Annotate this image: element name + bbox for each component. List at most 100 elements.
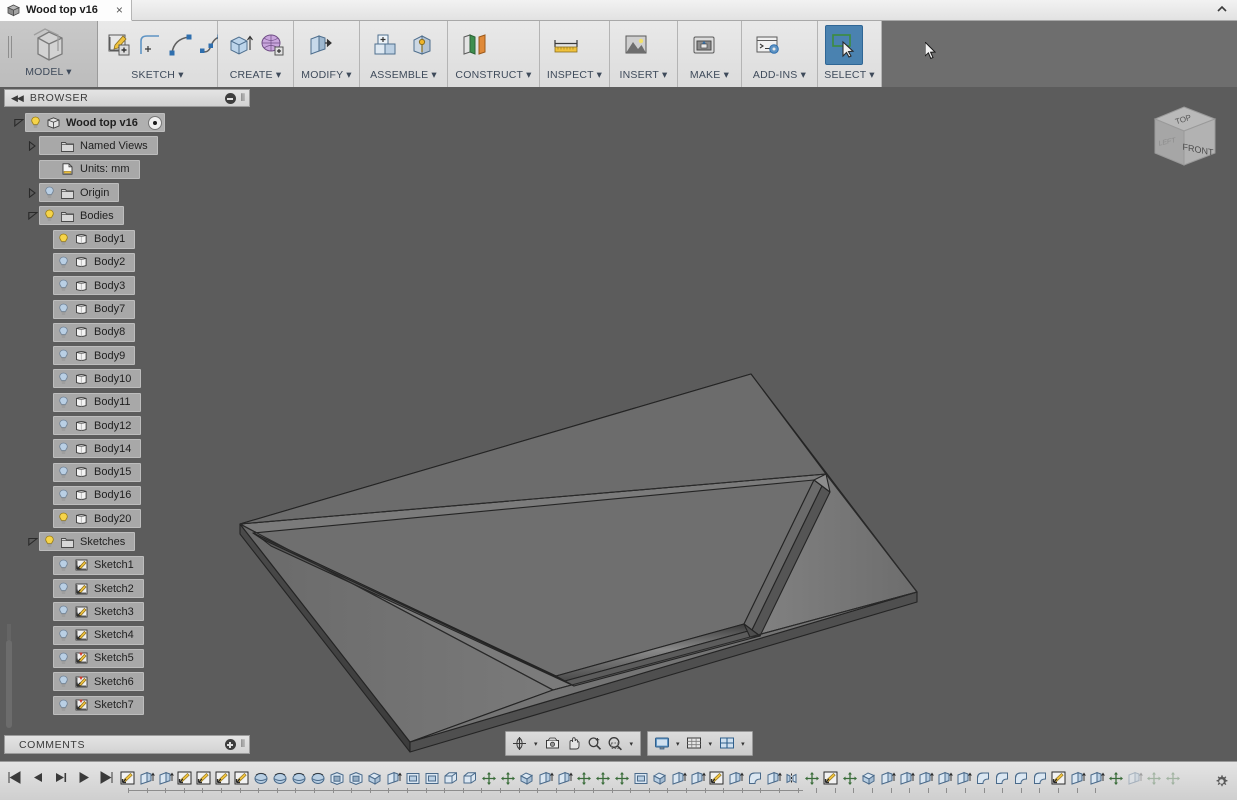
chevron-up-icon[interactable] xyxy=(1215,4,1229,16)
tree-row[interactable]: Body2 xyxy=(4,251,250,274)
tree-row[interactable]: Named Views xyxy=(4,134,250,157)
timeline-feature[interactable] xyxy=(137,768,156,788)
timeline-feature[interactable] xyxy=(1030,768,1049,788)
timeline-feature[interactable] xyxy=(232,768,251,788)
display-settings-icon[interactable] xyxy=(652,733,671,754)
timeline-feature-suppressed[interactable] xyxy=(1125,768,1144,788)
tree-chip[interactable]: Body2 xyxy=(53,252,136,272)
timeline-feature[interactable] xyxy=(327,768,346,788)
tree-row[interactable]: Sketch1 xyxy=(4,554,250,577)
visibility-bulb-icon[interactable] xyxy=(58,279,69,292)
timeline-feature[interactable] xyxy=(422,768,441,788)
tree-row[interactable]: Bodies xyxy=(4,204,250,227)
visibility-bulb-icon[interactable] xyxy=(58,349,69,362)
chevron-down-icon[interactable]: ▾ xyxy=(346,69,351,81)
timeline-feature[interactable] xyxy=(289,768,308,788)
visibility-bulb-icon[interactable] xyxy=(58,675,69,688)
browser-resize-grip[interactable]: ⦀ xyxy=(241,93,245,104)
orbit-dropdown-icon[interactable]: ▾ xyxy=(531,740,541,748)
tree-chip[interactable]: Body9 xyxy=(53,346,136,366)
timeline-feature[interactable] xyxy=(954,768,973,788)
timeline-feature[interactable] xyxy=(897,768,916,788)
orbit-icon[interactable] xyxy=(510,733,529,754)
tree-chip[interactable]: Body14 xyxy=(53,439,142,459)
visibility-bulb-icon[interactable] xyxy=(58,489,69,502)
expander-icon[interactable] xyxy=(26,209,39,222)
step-back-icon[interactable] xyxy=(31,771,44,784)
add-comment-icon[interactable] xyxy=(224,739,236,750)
expander-icon[interactable] xyxy=(26,139,39,152)
timeline-feature[interactable] xyxy=(935,768,954,788)
tree-row[interactable]: Sketches xyxy=(4,530,250,553)
minimize-icon[interactable] xyxy=(224,93,236,104)
arc-icon[interactable] xyxy=(167,25,195,65)
tree-row-root[interactable]: Wood top v16 xyxy=(4,111,250,134)
visibility-bulb-icon[interactable] xyxy=(58,396,69,409)
tree-row[interactable]: Units: mm xyxy=(4,158,250,181)
pan-icon[interactable] xyxy=(564,733,583,754)
visibility-bulb-icon[interactable] xyxy=(30,116,41,129)
tree-row[interactable]: Body11 xyxy=(4,391,250,414)
timeline-feature[interactable] xyxy=(1106,768,1125,788)
timeline-feature[interactable] xyxy=(156,768,175,788)
timeline-feature[interactable] xyxy=(688,768,707,788)
tree-row[interactable]: Sketch2 xyxy=(4,577,250,600)
tree-chip[interactable]: Wood top v16 xyxy=(25,113,165,133)
tree-row[interactable]: Body1 xyxy=(4,227,250,250)
tree-chip[interactable]: Sketch7 xyxy=(53,695,144,715)
visibility-bulb-icon[interactable] xyxy=(44,209,55,222)
tree-row[interactable]: Body16 xyxy=(4,484,250,507)
timeline-feature[interactable] xyxy=(308,768,327,788)
tree-chip[interactable]: Origin xyxy=(39,183,120,203)
visibility-bulb-icon[interactable] xyxy=(58,559,69,572)
document-tab[interactable]: Wood top v16 × xyxy=(0,0,132,21)
timeline-feature[interactable] xyxy=(631,768,650,788)
tree-row[interactable]: Sketch7 xyxy=(4,693,250,716)
timeline-feature[interactable] xyxy=(213,768,232,788)
timeline-feature[interactable] xyxy=(821,768,840,788)
timeline-feature[interactable] xyxy=(498,768,517,788)
timeline-feature[interactable] xyxy=(859,768,878,788)
tree-chip[interactable]: Body10 xyxy=(53,369,142,389)
zoom-icon[interactable] xyxy=(585,733,604,754)
timeline-feature[interactable] xyxy=(270,768,289,788)
timeline-feature[interactable] xyxy=(992,768,1011,788)
tree-chip[interactable]: Sketch3 xyxy=(53,602,144,622)
tree-row[interactable]: Body15 xyxy=(4,460,250,483)
grid-snaps-icon[interactable] xyxy=(685,733,704,754)
tree-chip[interactable]: Body12 xyxy=(53,416,142,435)
tree-row[interactable]: Body9 xyxy=(4,344,250,367)
tree-chip[interactable]: Sketch2 xyxy=(53,579,144,599)
chevron-down-icon[interactable]: ▾ xyxy=(869,69,874,81)
play-icon[interactable] xyxy=(77,771,90,784)
visibility-bulb-icon[interactable] xyxy=(58,326,69,339)
grid-dropdown-icon[interactable]: ▾ xyxy=(706,740,716,748)
joint-icon[interactable] xyxy=(405,25,440,65)
measure-icon[interactable] xyxy=(547,25,585,65)
look-at-icon[interactable] xyxy=(543,733,562,754)
press-pull-icon[interactable] xyxy=(301,25,339,65)
new-component-icon[interactable] xyxy=(367,25,402,65)
timeline-feature[interactable] xyxy=(878,768,897,788)
timeline-feature-suppressed[interactable] xyxy=(1163,768,1182,788)
tree-chip[interactable]: Body15 xyxy=(53,462,142,482)
expander-icon[interactable] xyxy=(12,116,25,129)
visibility-bulb-icon[interactable] xyxy=(58,233,69,246)
visibility-bulb-icon[interactable] xyxy=(58,629,69,642)
tree-row[interactable]: Body3 xyxy=(4,274,250,297)
timeline-feature[interactable] xyxy=(764,768,783,788)
tree-row[interactable]: Body7 xyxy=(4,297,250,320)
timeline-feature[interactable] xyxy=(403,768,422,788)
timeline-feature[interactable] xyxy=(555,768,574,788)
tree-chip[interactable]: Sketch1 xyxy=(53,555,144,575)
visibility-bulb-icon[interactable] xyxy=(58,466,69,479)
chevron-down-icon[interactable]: ▾ xyxy=(66,66,71,78)
timeline-feature[interactable] xyxy=(536,768,555,788)
visibility-bulb-icon[interactable] xyxy=(44,535,55,548)
timeline-feature[interactable] xyxy=(707,768,726,788)
expander-icon[interactable] xyxy=(26,186,39,199)
tree-row[interactable]: Sketch5 xyxy=(4,647,250,670)
comments-panel[interactable]: COMMENTS ⦀ xyxy=(4,735,250,754)
tree-row[interactable]: Sketch3 xyxy=(4,600,250,623)
visibility-bulb-icon[interactable] xyxy=(58,419,69,432)
